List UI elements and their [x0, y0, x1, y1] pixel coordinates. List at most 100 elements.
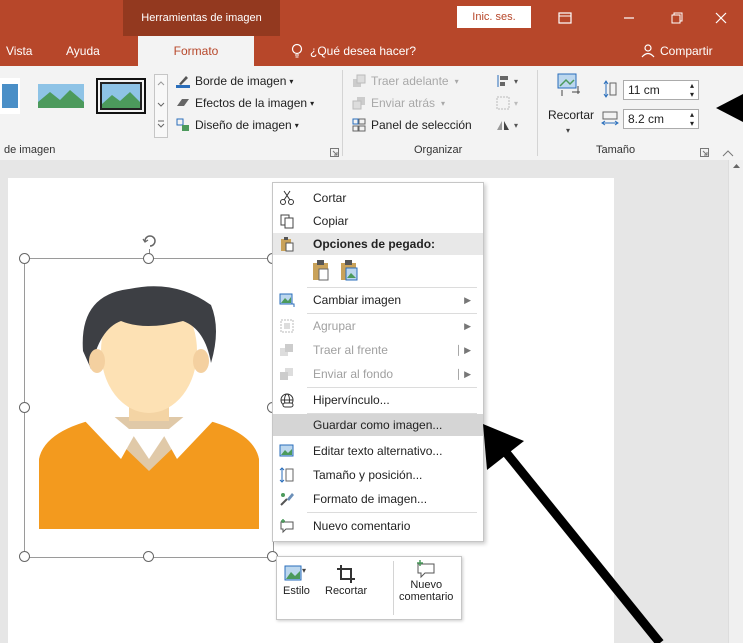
context-menu: Cortar Copiar Opciones de pegado: Cambia…: [272, 182, 484, 542]
tell-me-search[interactable]: ¿Qué desea hacer?: [290, 36, 416, 66]
svg-text:▾: ▾: [514, 77, 518, 86]
menu-label: Copiar: [313, 214, 349, 228]
new-comment-icon: [280, 519, 294, 534]
format-picture-icon: [280, 493, 294, 506]
menu-item-change-picture[interactable]: Cambiar imagen ▶: [273, 289, 483, 311]
menu-item-group[interactable]: Agrupar ▶: [273, 315, 483, 337]
submenu-arrow-icon: ▶: [464, 294, 471, 305]
lightbulb-icon: [291, 43, 303, 58]
width-input[interactable]: 8.2 cm ▴ ▾: [623, 109, 699, 129]
selected-picture[interactable]: [24, 258, 274, 558]
menu-separator: [307, 387, 477, 388]
picture-border-label: Borde de imagen: [195, 74, 287, 88]
effects-icon: [177, 99, 189, 106]
menu-item-hyperlink[interactable]: Hipervínculo...: [273, 389, 483, 411]
mini-new-comment-button[interactable]: Nuevo comentario: [399, 559, 453, 603]
style-icon: ▾: [284, 565, 306, 581]
crop-icon: [557, 73, 580, 96]
crop-icon: [337, 565, 356, 583]
menu-label: Cortar: [313, 191, 347, 205]
picture-layout-label: Diseño de imagen: [195, 118, 292, 132]
crop-dropdown-icon[interactable]: ▾: [566, 126, 570, 135]
resize-handle-top[interactable]: [143, 253, 154, 264]
scroll-up-icon[interactable]: [729, 160, 743, 172]
crop-label[interactable]: Recortar: [548, 108, 594, 122]
paste-as-picture-icon[interactable]: [339, 259, 359, 284]
picture-effects-button[interactable]: Efectos de la imagen ▾: [176, 96, 314, 110]
menu-item-bring-to-front[interactable]: Traer al frente │ ▶: [273, 339, 483, 361]
style-thumbnail-1[interactable]: [0, 78, 20, 114]
tab-ayuda[interactable]: Ayuda: [66, 36, 100, 66]
style-thumbnail-3[interactable]: [96, 78, 146, 114]
tab-vista[interactable]: Vista: [6, 36, 32, 66]
styles-dialog-launcher-icon[interactable]: [330, 146, 339, 160]
menu-separator: [307, 313, 477, 314]
menu-label: Enviar al fondo: [313, 367, 394, 381]
resize-handle-bottom-left[interactable]: [19, 551, 30, 562]
rotate-icon[interactable]: ▾: [496, 118, 526, 135]
menu-item-copy[interactable]: Copiar: [273, 210, 483, 232]
menu-item-save-as-picture[interactable]: Guardar como imagen...: [273, 414, 483, 436]
send-to-back-icon: [280, 368, 293, 380]
bring-forward-icon: [353, 74, 366, 87]
minimize-icon[interactable]: [607, 0, 651, 36]
mini-crop-button[interactable]: Recortar: [325, 563, 367, 597]
resize-handle-top-left[interactable]: [19, 253, 30, 264]
menu-item-cut[interactable]: Cortar: [273, 187, 483, 209]
mini-style-button[interactable]: ▾ Estilo: [283, 563, 310, 597]
height-icon: [603, 80, 617, 101]
align-icon[interactable]: ▾: [496, 74, 526, 91]
group-icon: [280, 319, 294, 333]
ribbon-display-options-icon[interactable]: [543, 0, 587, 36]
separator: [393, 561, 394, 615]
width-spin-icon[interactable]: ▴ ▾: [690, 110, 694, 128]
menu-item-send-to-back[interactable]: Enviar al fondo │ ▶: [273, 363, 483, 385]
collapse-ribbon-icon[interactable]: [722, 146, 734, 160]
picture-layout-button[interactable]: Diseño de imagen ▾: [176, 118, 299, 132]
signin-button[interactable]: Inic. ses.: [457, 6, 531, 28]
crop-button[interactable]: [556, 72, 582, 101]
menu-item-edit-alt-text[interactable]: Editar texto alternativo...: [273, 440, 483, 462]
mini-style-label: Estilo: [283, 585, 310, 597]
rotate-handle-icon[interactable]: [141, 232, 159, 253]
tab-formato[interactable]: Formato: [138, 36, 254, 66]
vertical-scrollbar[interactable]: [728, 160, 743, 643]
share-button[interactable]: Compartir: [640, 36, 713, 66]
copy-icon: [280, 214, 294, 229]
styles-gallery-scroll[interactable]: [154, 74, 168, 138]
menu-label: Nuevo comentario: [313, 519, 411, 533]
ribbon-tabs: Vista Ayuda Formato ¿Qué desea hacer? Co…: [0, 36, 743, 66]
size-dialog-launcher-icon[interactable]: [700, 146, 709, 160]
scissors-icon: [280, 190, 294, 205]
svg-text:▾: ▾: [514, 121, 518, 130]
menu-label: Hipervínculo...: [313, 393, 390, 407]
resize-handle-bottom[interactable]: [143, 551, 154, 562]
picture-border-button[interactable]: Borde de imagen ▾: [176, 74, 293, 88]
send-backward-label: Enviar atrás: [371, 96, 436, 110]
alt-text-icon: [279, 444, 294, 457]
picture-effects-label: Efectos de la imagen: [195, 96, 308, 110]
menu-item-new-comment[interactable]: Nuevo comentario: [273, 515, 483, 537]
menu-label: Traer al frente: [313, 343, 388, 357]
new-comment-icon: [417, 560, 435, 579]
close-icon[interactable]: [699, 0, 743, 36]
paste-keep-formatting-icon[interactable]: [311, 259, 331, 284]
restore-icon[interactable]: [655, 0, 699, 36]
style-thumbnail-2[interactable]: [36, 78, 86, 114]
menu-label: Tamaño y posición...: [313, 468, 423, 482]
group-objects-icon[interactable]: ▾: [496, 96, 526, 113]
menu-item-format-picture[interactable]: Formato de imagen...: [273, 488, 483, 510]
svg-text:▾: ▾: [514, 99, 518, 108]
menu-item-size-position[interactable]: Tamaño y posición...: [273, 464, 483, 486]
menu-label: Opciones de pegado:: [313, 237, 436, 251]
change-picture-icon: [279, 293, 295, 307]
height-input[interactable]: 11 cm ▴ ▾: [623, 80, 699, 100]
hyperlink-icon: [280, 393, 294, 408]
resize-handle-left[interactable]: [19, 402, 30, 413]
selection-pane-button[interactable]: Panel de selección: [352, 118, 472, 132]
bring-forward-button[interactable]: Traer adelante ▾: [352, 74, 459, 88]
bring-forward-label: Traer adelante: [371, 74, 449, 88]
mini-new-comment-label-2: comentario: [399, 591, 454, 603]
send-backward-button[interactable]: Enviar atrás ▾: [352, 96, 445, 110]
height-spin-icon[interactable]: ▴ ▾: [690, 81, 694, 99]
